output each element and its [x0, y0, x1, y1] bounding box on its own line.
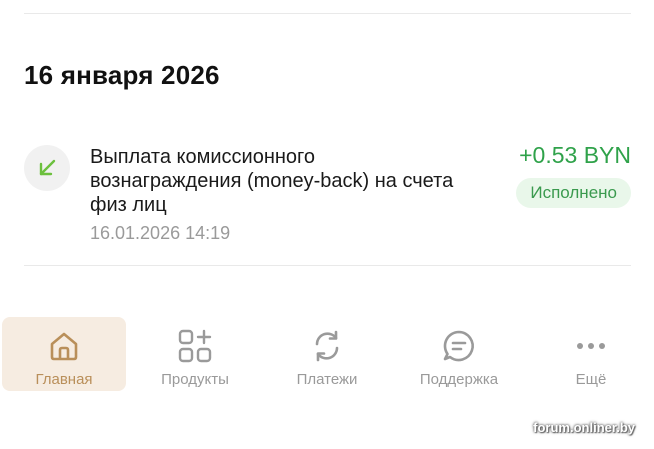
- nav-item-payments[interactable]: Платежи: [272, 317, 382, 391]
- transaction-date: 16.01.2026 14:19: [90, 223, 231, 243]
- nav-item-home[interactable]: Главная: [2, 317, 126, 391]
- top-divider: [24, 13, 631, 14]
- bottom-divider: [24, 265, 631, 266]
- transaction-icon: [24, 145, 70, 191]
- home-icon: [45, 327, 83, 365]
- chat-bubble-icon: [440, 327, 478, 365]
- nav-label-products: Продукты: [161, 371, 229, 388]
- nav-item-more[interactable]: Ещё: [548, 317, 634, 391]
- more-dots-icon: [572, 327, 610, 365]
- bottom-navigation: Главная Продукты Платежи Поддержка Ещё: [0, 317, 654, 391]
- nav-label-payments: Платежи: [296, 371, 358, 388]
- grid-plus-icon: [176, 327, 214, 365]
- transaction-status-badge: Исполнено: [516, 178, 631, 208]
- nav-item-products[interactable]: Продукты: [139, 317, 251, 391]
- date-group-heading: 16 января 2026: [24, 60, 220, 90]
- transaction-title[interactable]: Выплата комиссионного вознаграждения (mo…: [90, 145, 470, 217]
- watermark: forum.onliner.by: [533, 420, 635, 435]
- transaction-amount: +0.53 BYN: [519, 142, 631, 168]
- arrow-down-left-icon: [39, 159, 56, 176]
- refresh-icon: [308, 327, 346, 365]
- nav-label-more: Ещё: [575, 371, 607, 388]
- nav-label-support: Поддержка: [419, 371, 499, 388]
- nav-label-home: Главная: [35, 371, 93, 388]
- nav-item-support[interactable]: Поддержка: [404, 317, 514, 391]
